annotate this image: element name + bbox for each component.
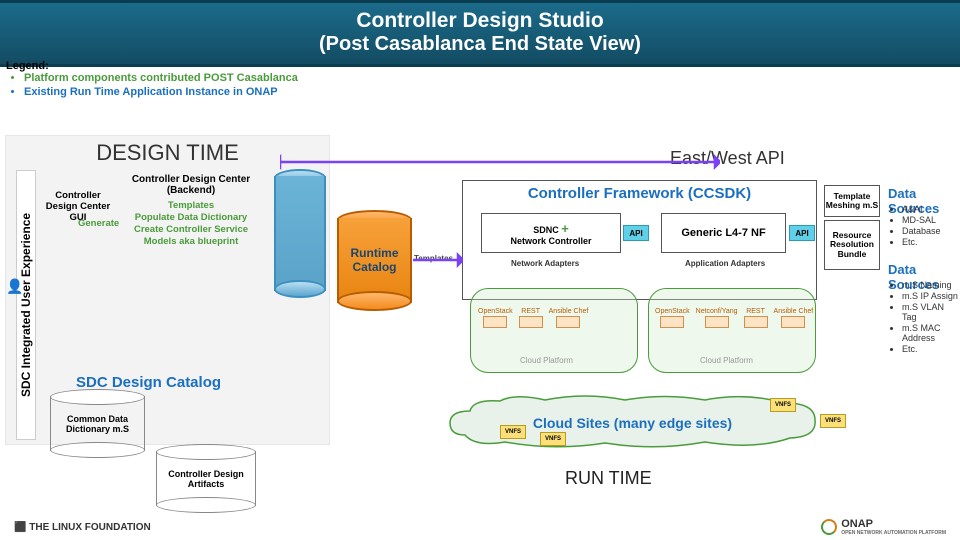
legend: Legend: Platform components contributed … — [6, 60, 298, 100]
backend-line-dictionary: Populate Data Dictionary — [120, 212, 262, 224]
sdnc-plus-icon: + — [561, 221, 569, 236]
cloud-sites: Cloud Sites (many edge sites) — [445, 395, 820, 450]
runtime-label: RUN TIME — [565, 468, 652, 489]
stack-openstack: OpenStack — [478, 308, 513, 315]
vnf-chip-1: VNFS — [500, 425, 526, 439]
ds2-etc: Etc. — [902, 344, 960, 354]
data-sources-list-1: A&AI MD-SAL Database Etc. — [888, 204, 941, 248]
legend-item-platform: Platform components contributed POST Cas… — [24, 72, 298, 84]
stack-icons-left: OpenStack REST Ansible Chef — [478, 308, 588, 328]
artifacts-label: Controller Design Artifacts — [156, 451, 256, 506]
resource-resolution-box: Resource Resolution Bundle — [824, 220, 880, 270]
sdc-user-experience-label: SDC Integrated User Experience — [16, 170, 36, 440]
runtime-catalog-cyl: Runtime Catalog — [337, 218, 412, 303]
ccsdk-framework-box: Controller Framework (CCSDK) SDNC + Netw… — [462, 180, 817, 300]
api-chip-2: API — [789, 225, 815, 241]
stack-netconf: Netconf/Yang — [696, 308, 738, 315]
ds2-vlan: m.S VLAN Tag — [902, 302, 960, 322]
stack-icons-right: OpenStack Netconf/Yang REST Ansible Chef — [655, 308, 813, 328]
ds2-mac: m.S MAC Address — [902, 323, 960, 343]
onap-name: ONAP — [841, 518, 946, 530]
sdnc-network-controller-box: SDNC + Network Controller — [481, 213, 621, 253]
design-cylinder-icon — [274, 176, 326, 291]
generate-label: Generate — [78, 218, 114, 229]
backend-line-templates: Templates — [120, 200, 262, 212]
controller-design-gui-box: Controller Design Center GUI — [44, 184, 112, 239]
title-line2: (Post Casablanca End State View) — [0, 33, 960, 56]
api-chip-1: API — [623, 225, 649, 241]
backend-line-models: Create Controller Service Models aka blu… — [120, 224, 262, 248]
ds2-naming: m.S Naming — [902, 280, 960, 290]
header-banner: Controller Design Studio (Post Casablanc… — [0, 0, 960, 67]
backend-title: Controller Design Center (Backend) — [120, 174, 262, 196]
generic-l47-nf-box: Generic L4-7 NF — [661, 213, 786, 253]
ccsdk-title: Controller Framework (CCSDK) — [463, 185, 816, 202]
legend-item-existing: Existing Run Time Application Instance i… — [24, 86, 298, 98]
application-adapters-label: Application Adapters — [685, 259, 765, 268]
stack-openstack-2: OpenStack — [655, 308, 690, 315]
backend-lines: Templates Populate Data Dictionary Creat… — [120, 200, 262, 248]
stack-rest-2: REST — [746, 308, 765, 315]
ds1-mdsal: MD-SAL — [902, 215, 941, 225]
controller-design-artifacts-cyl: Controller Design Artifacts — [156, 451, 256, 506]
controller-design-backend-box: Controller Design Center (Backend) Gener… — [116, 170, 266, 290]
footer: THE LINUX FOUNDATION ONAP OPEN NETWORK A… — [0, 514, 960, 540]
network-adapters-label: Network Adapters — [511, 259, 579, 268]
runtime-catalog-label: Runtime Catalog — [337, 218, 412, 303]
vnf-chip-3: VNFS — [770, 398, 796, 412]
onap-tagline: OPEN NETWORK AUTOMATION PLATFORM — [841, 530, 946, 536]
ds1-aai: A&AI — [902, 204, 941, 214]
vnf-chip-4: VNFS — [820, 414, 846, 428]
template-meshing-box: Template Meshing m.S — [824, 185, 880, 217]
ds1-database: Database — [902, 226, 941, 236]
stack-rest: REST — [521, 308, 540, 315]
cloud-platform-label-1: Cloud Platform — [520, 356, 573, 365]
linux-foundation-logo: THE LINUX FOUNDATION — [14, 522, 151, 533]
dict-label: Common Data Dictionary m.S — [50, 396, 145, 451]
sdnc-name: SDNC — [533, 225, 561, 235]
stack-ansible-2: Ansible Chef — [774, 308, 814, 315]
onap-ring-icon — [821, 519, 837, 535]
ds1-etc: Etc. — [902, 237, 941, 247]
cloud-platform-label-2: Cloud Platform — [700, 356, 753, 365]
arrow-east-west — [280, 152, 720, 172]
title-line1: Controller Design Studio — [0, 9, 960, 33]
stack-ansible: Ansible Chef — [549, 308, 589, 315]
onap-logo: ONAP OPEN NETWORK AUTOMATION PLATFORM — [821, 518, 946, 536]
sdnc-subname: Network Controller — [510, 236, 591, 246]
sdc-design-catalog: SDC Design Catalog Common Data Dictionar… — [46, 396, 276, 476]
arrow-templates — [413, 252, 463, 268]
common-data-dictionary-cyl: Common Data Dictionary m.S — [50, 396, 145, 451]
legend-title: Legend: — [6, 60, 298, 72]
cloud-sites-label: Cloud Sites (many edge sites) — [445, 395, 820, 450]
data-sources-list-2: m.S Naming m.S IP Assign m.S VLAN Tag m.… — [888, 280, 960, 355]
ds2-ip: m.S IP Assign — [902, 291, 960, 301]
user-icon: 👤 — [6, 278, 23, 295]
design-time-panel: DESIGN TIME SDC Integrated User Experien… — [5, 135, 330, 445]
vnf-chip-2: VNFS — [540, 432, 566, 446]
